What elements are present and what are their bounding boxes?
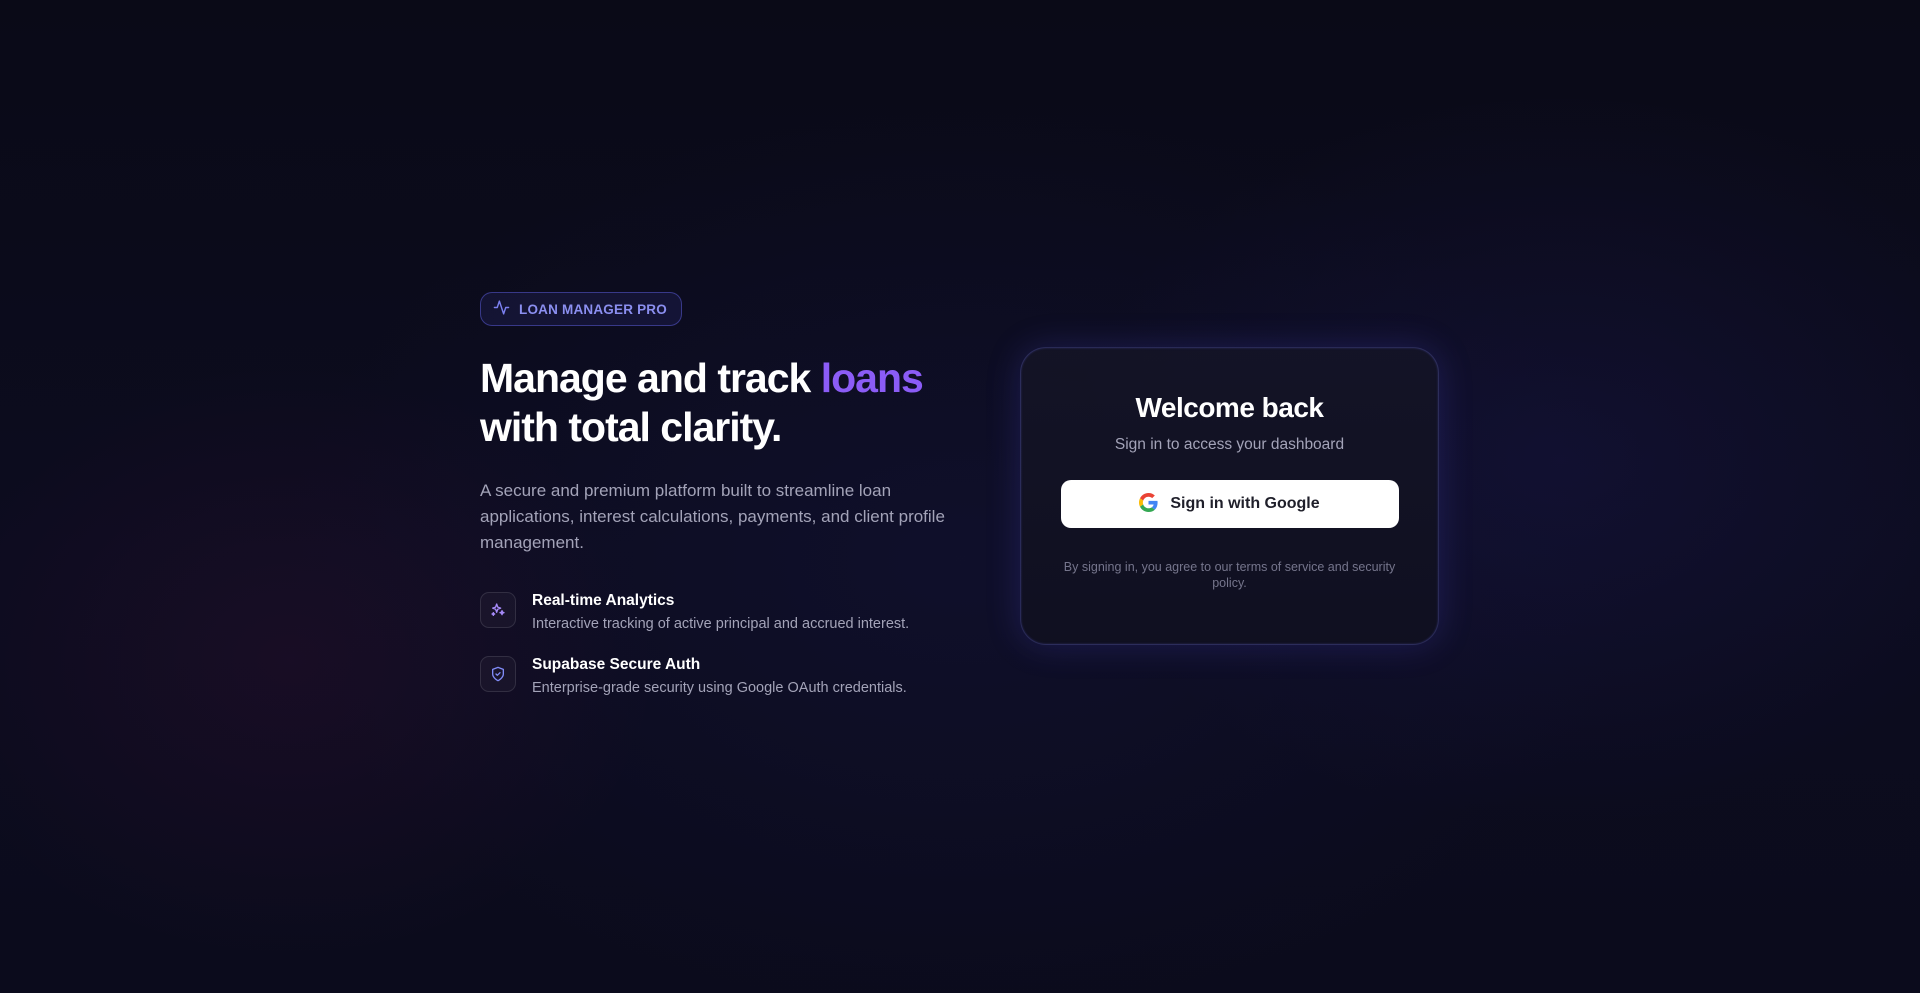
headline-part1: Manage and track [480,355,821,401]
login-subtitle: Sign in to access your dashboard [1114,436,1345,453]
activity-icon [493,299,510,320]
feature-item: Supabase Secure Auth Enterprise-grade se… [480,656,980,698]
headline-part2: with total clarity. [480,404,782,450]
feature-description: Interactive tracking of active principal… [532,616,910,632]
feature-item: Real-time Analytics Interactive tracking… [480,592,980,634]
shield-check-icon [480,656,516,692]
hero-description: A secure and premium platform built to s… [480,481,945,552]
feature-text: Supabase Secure Auth Enterprise-grade se… [532,656,907,698]
login-card: Welcome back Sign in to access your dash… [1020,347,1439,645]
google-sign-in-label: Sign in with Google [1170,495,1320,512]
sparkles-icon [480,592,516,628]
hero-headline: Manage and track loans with total clarit… [480,354,980,452]
feature-title: Supabase Secure Auth [532,656,701,673]
feature-description: Enterprise-grade security using Google O… [532,680,907,696]
terms-notice: By signing in, you agree to our terms of… [1063,560,1396,590]
brand-badge: LOAN MANAGER PRO [480,292,682,326]
google-icon [1139,493,1158,515]
hero-section: LOAN MANAGER PRO Manage and track loans … [480,292,980,720]
feature-text: Real-time Analytics Interactive tracking… [532,592,909,634]
google-sign-in-button[interactable]: Sign in with Google [1060,480,1399,528]
brand-badge-label: LOAN MANAGER PRO [519,301,667,317]
headline-accent: loans [820,355,924,401]
feature-title: Real-time Analytics [532,592,675,609]
login-title: Welcome back [1135,392,1324,423]
feature-list: Real-time Analytics Interactive tracking… [480,592,980,698]
